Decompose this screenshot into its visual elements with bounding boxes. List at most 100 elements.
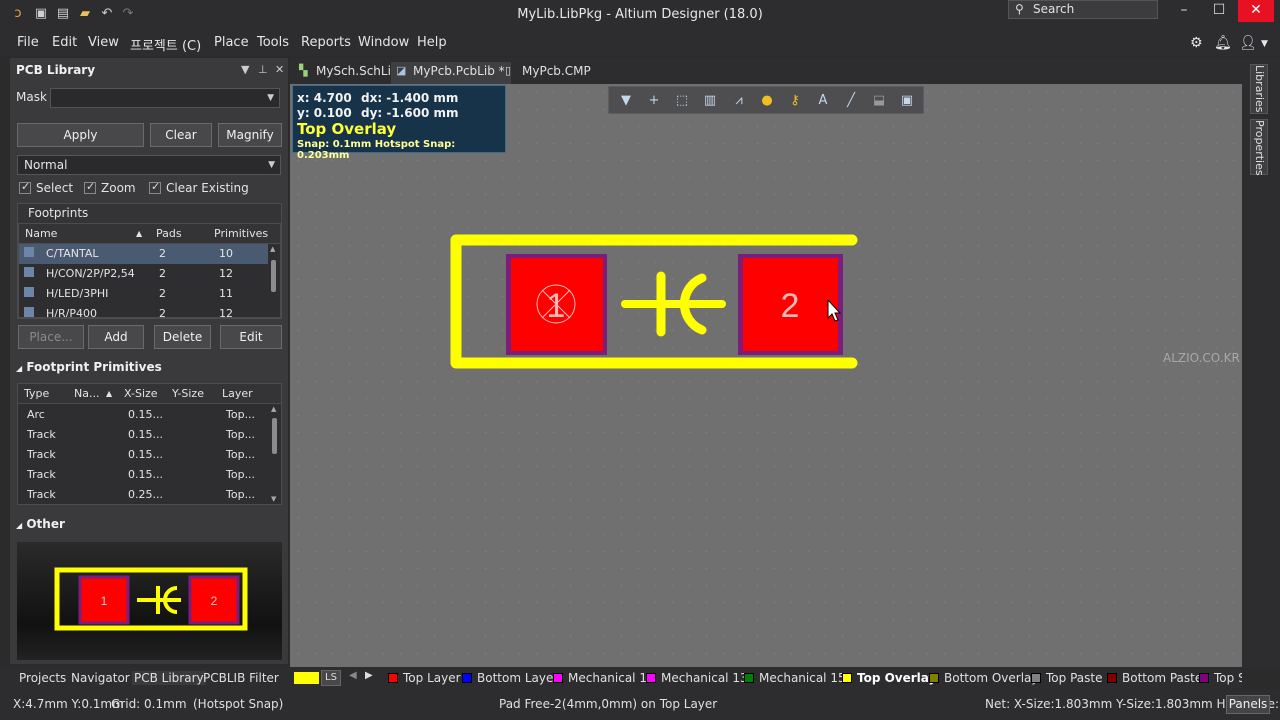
col-pads[interactable]: Pads: [156, 224, 182, 244]
col-primitives[interactable]: Primitives: [214, 224, 268, 244]
table-row[interactable]: H/R/P400 2 12: [19, 304, 268, 317]
settings-gear-icon[interactable]: ⚙: [1190, 35, 1203, 51]
layer-mechanical-1[interactable]: Mechanical 1: [553, 671, 647, 685]
other-section-title[interactable]: ◢ Other: [16, 517, 65, 531]
col-name[interactable]: Name: [25, 224, 57, 244]
scroll-thumb[interactable]: [271, 260, 276, 292]
scroll-up-icon[interactable]: ▲: [271, 405, 276, 413]
tab-navigator[interactable]: Navigator: [69, 671, 132, 685]
delete-button[interactable]: Delete: [154, 325, 211, 349]
fp-pads: 2: [159, 267, 166, 280]
table-row[interactable]: Arc 0.15... Top...: [18, 405, 269, 425]
search-placeholder: Search: [1033, 2, 1075, 16]
layer-label: Top Overlay: [857, 671, 937, 685]
layer-label: Bottom Overlay: [944, 671, 1039, 685]
col-y-size[interactable]: Y-Size: [172, 384, 204, 404]
table-row[interactable]: Track 0.15... Top...: [18, 445, 269, 465]
panel-pin-icon[interactable]: ⊥: [258, 63, 268, 76]
panel-close-icon[interactable]: ✕: [275, 63, 284, 76]
menu-edit[interactable]: Edit: [52, 35, 77, 50]
status-grid: Grid: 0.1mm: [111, 697, 187, 711]
document-icon: ▯: [505, 64, 512, 77]
table-row[interactable]: Track 0.15... Top...: [18, 465, 269, 485]
zoom-checkbox[interactable]: Zoom: [84, 180, 136, 195]
prim-layer: Top...: [226, 488, 256, 501]
tab-properties[interactable]: Properties: [1250, 119, 1268, 176]
minimize-button[interactable]: –: [1166, 0, 1202, 22]
scroll-right-icon[interactable]: ▶: [365, 670, 373, 681]
add-button[interactable]: Add: [88, 325, 144, 349]
scroll-left-icon[interactable]: ◀: [349, 670, 357, 681]
col-type[interactable]: Type: [24, 384, 49, 404]
col-x-size[interactable]: X-Size: [124, 384, 158, 404]
tab-pcb-library[interactable]: PCB Library: [132, 671, 206, 685]
clear-existing-checkbox[interactable]: Clear Existing: [149, 180, 249, 195]
user-account-icon[interactable]: 👤︎: [1239, 35, 1257, 51]
user-menu-chevron-icon[interactable]: ▼: [1261, 39, 1268, 49]
mask-input[interactable]: ▼: [50, 88, 280, 108]
menu-help[interactable]: Help: [417, 35, 447, 50]
search-box[interactable]: ⚲ Search: [1008, 0, 1158, 19]
tab-mypcb-cmp[interactable]: ▯ MyPcb.CMP: [500, 62, 597, 84]
layer-top-paste[interactable]: Top Paste: [1031, 671, 1102, 685]
panel-menu-chevron-icon[interactable]: ▼: [241, 63, 249, 76]
prim-xsize: 0.25...: [128, 488, 163, 501]
place-button[interactable]: Place...: [18, 325, 84, 349]
table-row[interactable]: Track 0.15... Top...: [18, 425, 269, 445]
notifications-bell-icon[interactable]: 🔔︎: [1214, 35, 1232, 51]
table-row[interactable]: H/LED/3PHI 2 11: [19, 284, 268, 304]
layer-top-solder[interactable]: Top S: [1199, 671, 1242, 685]
maximize-button[interactable]: ☐: [1201, 0, 1237, 22]
menu-place[interactable]: Place: [214, 35, 249, 50]
clear-button[interactable]: Clear: [150, 123, 212, 147]
scroll-down-icon[interactable]: ▼: [271, 495, 276, 503]
layer-bottom-paste[interactable]: Bottom Paste: [1107, 671, 1202, 685]
menu-file[interactable]: File: [17, 35, 39, 50]
prim-xsize: 0.15...: [128, 448, 163, 461]
title-bar: ↄ ▣ ▤ ▰ ↶ ↷ MyLib.LibPkg - Altium Design…: [0, 0, 1280, 30]
tab-mysch-schlib[interactable]: ▚ MySch.SchLib: [294, 62, 405, 84]
menu-tools[interactable]: Tools: [257, 35, 289, 50]
select-checkbox[interactable]: Select: [19, 180, 73, 195]
footprint-icon: [24, 247, 34, 257]
layer-color-swatch: [388, 673, 398, 683]
layer-set-button[interactable]: LS: [321, 670, 341, 686]
layer-label: Bottom Paste: [1122, 671, 1203, 685]
scroll-thumb[interactable]: [272, 418, 277, 454]
footprint-icon: [24, 287, 34, 297]
layer-bottom-overlay[interactable]: Bottom Overlay: [929, 671, 1038, 685]
primitives-section-title[interactable]: ◢ Footprint Primitives: [16, 360, 162, 374]
magnify-button[interactable]: Magnify: [218, 123, 282, 147]
menu-reports[interactable]: Reports: [301, 35, 351, 50]
table-row[interactable]: H/CON/2P/P2,54 2 12: [19, 264, 268, 284]
layer-bottom-layer[interactable]: Bottom Layer: [462, 671, 558, 685]
layer-mechanical-13[interactable]: Mechanical 13: [646, 671, 748, 685]
close-button[interactable]: ✕: [1238, 0, 1274, 22]
footprints-scrollbar[interactable]: ▲: [268, 244, 280, 317]
layer-top-layer[interactable]: Top Layer: [388, 671, 461, 685]
apply-button[interactable]: Apply: [17, 123, 144, 147]
prim-type: Track: [27, 428, 56, 441]
col-name[interactable]: Na...: [74, 384, 99, 404]
fp-name: H/LED/3PHI: [46, 287, 109, 300]
primitives-scrollbar[interactable]: ▲ ▼: [269, 404, 281, 504]
mode-select[interactable]: Normal ▼: [17, 155, 281, 175]
table-row[interactable]: Track 0.25... Top...: [18, 485, 269, 504]
edit-button[interactable]: Edit: [220, 325, 282, 349]
scroll-up-icon[interactable]: ▲: [270, 245, 275, 253]
tab-libraries[interactable]: Libraries: [1250, 64, 1268, 114]
panels-button[interactable]: Panels: [1226, 695, 1270, 714]
preview-pad2-label: 2: [211, 594, 218, 608]
col-layer[interactable]: Layer: [222, 384, 253, 404]
menu-window[interactable]: Window: [358, 35, 409, 50]
current-layer-swatch[interactable]: [294, 672, 319, 684]
tab-mypcb-pcblib[interactable]: ◪ MyPcb.PcbLib *: [391, 62, 511, 84]
tab-pcblib-filter[interactable]: PCBLIB Filter: [201, 671, 281, 685]
menu-view[interactable]: View: [88, 35, 119, 50]
table-row[interactable]: C/TANTAL 2 10: [19, 244, 268, 264]
pcb-canvas[interactable]: x: 4.700 dx: -1.400 mm y: 0.100 dy: -1.6…: [290, 84, 1242, 667]
layer-mechanical-15[interactable]: Mechanical 15: [744, 671, 846, 685]
menu-project[interactable]: 프로젝트 (C): [130, 35, 201, 54]
tab-projects[interactable]: Projects: [17, 671, 68, 685]
layer-top-overlay[interactable]: Top Overlay: [842, 671, 936, 685]
